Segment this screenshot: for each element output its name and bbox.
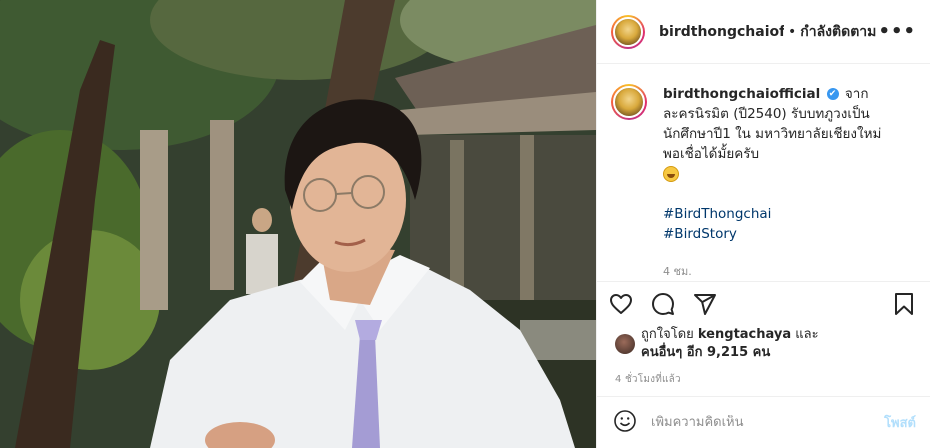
following-button[interactable]: กำลังติดตาม [800,21,876,43]
likes-summary: ถูกใจโดย kengtachaya และ คนอื่นๆ อีก 9,2… [597,326,930,362]
hashtag-link[interactable]: #BirdStory [663,224,899,244]
post-header: birdthongchaiofficial • กำลังติดตาม ••• [597,0,930,64]
caption-avatar[interactable] [611,84,647,120]
share-icon[interactable] [691,290,719,318]
more-options-icon[interactable]: ••• [878,21,916,42]
bookmark-icon[interactable] [890,290,918,318]
likes-and: และ [795,327,819,342]
hashtags: #BirdThongchai #BirdStory [663,204,899,244]
add-comment-bar: โพสต์ [597,396,930,448]
post-timestamp: 4 ชั่วโมงที่แล้ว [615,374,681,385]
comments-area: birdthongchaiofficial ✔ จากละครนิรมิต (ป… [597,64,930,281]
emoji-picker-icon[interactable] [613,409,637,437]
comment-input[interactable] [651,415,885,430]
heart-icon[interactable] [607,290,635,318]
hashtag-link[interactable]: #BirdThongchai [663,204,899,224]
caption-username[interactable]: birdthongchaiofficial [663,86,820,102]
likes-others-link[interactable]: คนอื่นๆ อีก 9,215 คน [641,345,770,360]
liker-avatar[interactable] [615,334,635,354]
post-side-panel: birdthongchaiofficial • กำลังติดตาม ••• … [596,0,930,448]
caption-text-block: birdthongchaiofficial ✔ จากละครนิรมิต (ป… [663,84,899,281]
liker-username[interactable]: kengtachaya [698,327,791,342]
instagram-post: birdthongchaiofficial • กำลังติดตาม ••• … [0,0,930,448]
grinning-face-emoji-icon [663,166,679,182]
post-comment-button[interactable]: โพสต์ [884,412,916,433]
likes-text: ถูกใจโดย kengtachaya และ คนอื่นๆ อีก 9,2… [641,326,819,362]
author-avatar[interactable] [611,14,645,49]
post-photo[interactable] [0,0,596,448]
header-username[interactable]: birdthongchaiofficial [659,24,784,40]
caption-time: 4 ชม. [663,265,692,278]
header-separator: • [788,23,797,40]
comment-icon[interactable] [649,290,677,318]
likes-prefix: ถูกใจโดย [641,327,694,342]
caption: birdthongchaiofficial ✔ จากละครนิรมิต (ป… [611,84,916,281]
photo-illustration [0,0,596,448]
verified-badge-icon: ✔ [826,88,839,100]
action-bar [597,281,930,326]
